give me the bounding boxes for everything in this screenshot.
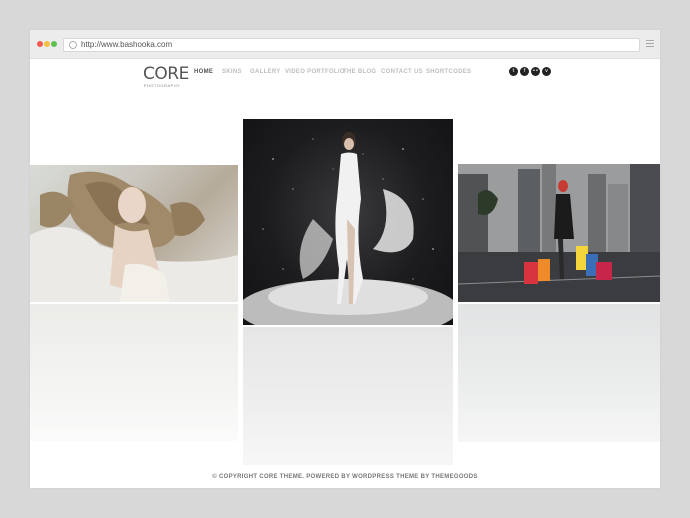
nav-item-contact-us[interactable]: CONTACT US bbox=[381, 69, 423, 75]
minimize-window-icon[interactable] bbox=[44, 41, 50, 47]
woman-shopping-bags-photo bbox=[458, 164, 660, 302]
address-url[interactable]: http://www.bashooka.com bbox=[81, 39, 172, 51]
nav-item-video-portfolio[interactable]: VIDEO PORTFOLIO bbox=[285, 69, 345, 75]
woman-white-dress-photo bbox=[243, 132, 453, 325]
vimeo-icon[interactable]: v bbox=[542, 67, 551, 76]
browser-window: http://www.bashooka.com CORE PHOTOGRAPHY… bbox=[30, 30, 660, 488]
gallery-photo-city[interactable] bbox=[458, 164, 660, 302]
twitter-icon[interactable]: t bbox=[509, 67, 518, 76]
nav-item-shortcodes[interactable]: SHORTCODES bbox=[426, 69, 471, 75]
close-window-icon[interactable] bbox=[37, 41, 43, 47]
site-footer: © COPYRIGHT CORE THEME. POWERED BY WORDP… bbox=[212, 474, 478, 480]
nav-item-gallery[interactable]: GALLERY bbox=[250, 69, 281, 75]
nav-item-skins[interactable]: SKINS bbox=[222, 69, 242, 75]
gallery-photo-portrait[interactable] bbox=[30, 165, 238, 302]
nav-item-the-blog[interactable]: THE BLOG bbox=[343, 69, 376, 75]
woman-portrait-photo bbox=[30, 171, 238, 302]
browser-toolbar: http://www.bashooka.com bbox=[30, 30, 660, 59]
maximize-window-icon[interactable] bbox=[51, 41, 57, 47]
photo-reflection bbox=[243, 327, 453, 465]
site-logo[interactable]: CORE PHOTOGRAPHY bbox=[143, 64, 189, 88]
photo-reflection bbox=[30, 304, 238, 441]
flickr-icon[interactable]: •• bbox=[531, 67, 540, 76]
logo-wordmark: CORE bbox=[143, 64, 189, 84]
gallery-photo-featured[interactable] bbox=[243, 119, 453, 325]
logo-tagline: PHOTOGRAPHY bbox=[143, 83, 181, 88]
facebook-icon[interactable]: f bbox=[520, 67, 529, 76]
photo-reflection bbox=[458, 304, 660, 442]
hamburger-menu-icon[interactable] bbox=[646, 40, 654, 48]
address-bar[interactable]: http://www.bashooka.com bbox=[63, 38, 640, 52]
search-icon bbox=[69, 41, 77, 49]
nav-item-home[interactable]: HOME bbox=[194, 69, 213, 75]
